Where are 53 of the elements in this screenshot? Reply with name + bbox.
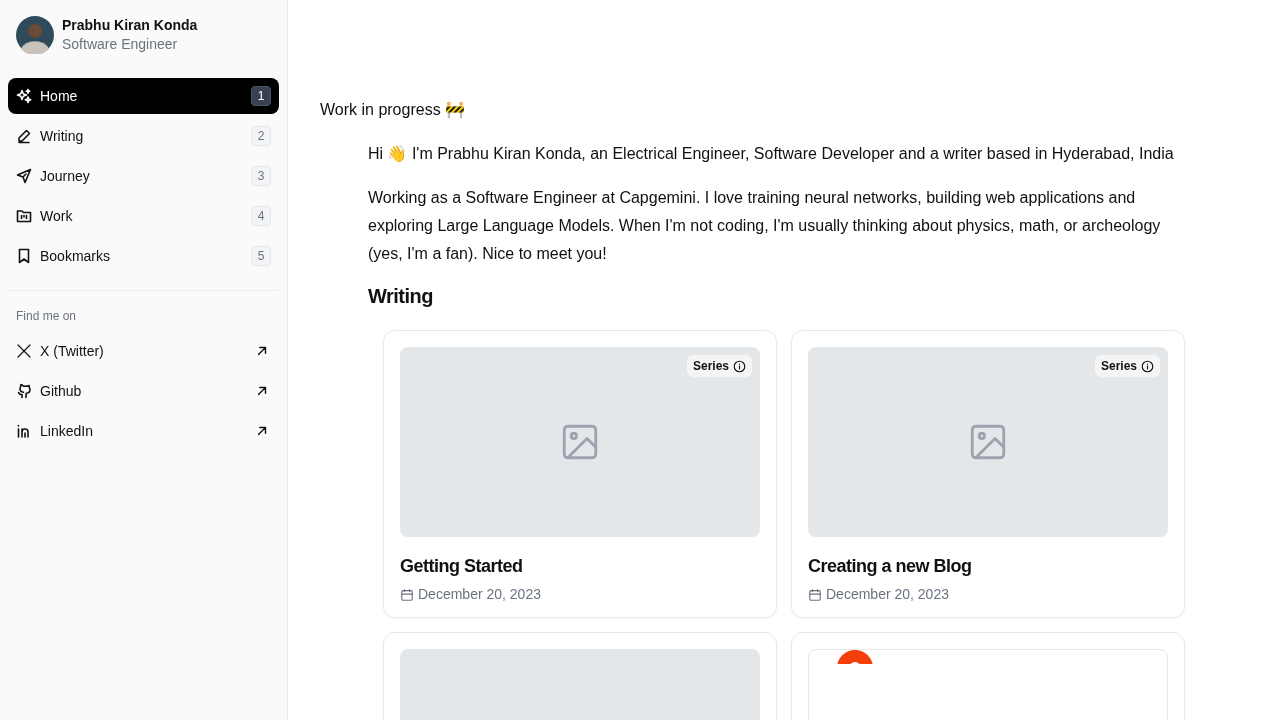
bookmark-icon	[16, 248, 32, 264]
shortcut-key: 5	[251, 246, 271, 266]
status-text: Work in progress 🚧	[320, 100, 466, 120]
social-link[interactable]: Github	[8, 373, 279, 409]
linkedin-icon	[16, 423, 32, 439]
nav-label: Journey	[40, 166, 90, 186]
intro-paragraph: Hi 👋 I'm Prabhu Kiran Konda, an Electrical Engineer, Software Developer and a writer based in Hyderabad, India	[368, 144, 1175, 164]
shortcut-key: 4	[251, 206, 271, 226]
nav-item[interactable]: Home 1	[8, 78, 279, 114]
social-link[interactable]: LinkedIn	[8, 413, 279, 449]
nav-label: Writing	[40, 126, 84, 146]
social-link[interactable]: X (Twitter)	[8, 333, 279, 369]
avatar	[16, 16, 54, 54]
external-link-icon	[255, 384, 269, 398]
nav-item[interactable]: Work 4	[8, 198, 279, 234]
link-label: X (Twitter)	[40, 341, 104, 361]
info-icon	[1141, 359, 1154, 373]
post-title: Creating a new Blog	[808, 555, 973, 578]
section-heading: Find me on	[15, 308, 78, 325]
nav-label: Home	[40, 86, 78, 106]
nav-item[interactable]: Journey 3	[8, 158, 279, 194]
nav-label: Bookmarks	[40, 246, 111, 266]
link-label: LinkedIn	[40, 421, 93, 441]
pencil-icon	[16, 128, 32, 144]
section-title: Writing	[368, 284, 434, 308]
calendar-icon	[400, 587, 414, 602]
sparkles-icon	[16, 88, 32, 104]
nav-item[interactable]: Writing 2	[8, 118, 279, 154]
link-label: Github	[40, 381, 82, 401]
post-card[interactable]: Series Creating a new Blog December 20, 2023	[791, 330, 1185, 618]
intro-paragraph: Working as a Software Engineer at Capgemini. I love training neural networks, building web applications and exploring Large Language Models. When I'm not coding, I'm usually thinking about physics, math, or archeology (yes, I'm a fan). Nice to meet you!	[368, 188, 1162, 264]
shortcut-key: 2	[251, 126, 271, 146]
profile-name: Prabhu Kiran Konda	[62, 16, 198, 34]
github-icon	[16, 383, 32, 399]
nav-label: Work	[40, 206, 73, 226]
shortcut-key: 3	[251, 166, 271, 186]
folder-icon	[16, 208, 32, 224]
external-link-icon	[255, 424, 269, 438]
post-title: Getting Started	[400, 555, 524, 578]
x-logo-icon	[16, 343, 32, 359]
logo-icon	[837, 650, 873, 664]
shortcut-key: 1	[251, 86, 271, 106]
profile-role: Software Engineer	[62, 35, 179, 54]
info-icon	[733, 359, 746, 373]
post-date: December 20, 2023	[826, 585, 949, 604]
tag-label: Series	[692, 358, 729, 375]
calendar-icon	[808, 587, 822, 602]
tag-label: Series	[1100, 358, 1137, 375]
external-link-icon	[255, 344, 269, 358]
post-card[interactable]: Series Getting Started December 20, 2023	[383, 330, 777, 618]
post-date: December 20, 2023	[418, 585, 541, 604]
nav-item[interactable]: Bookmarks 5	[8, 238, 279, 274]
paper-plane-icon	[16, 168, 32, 184]
